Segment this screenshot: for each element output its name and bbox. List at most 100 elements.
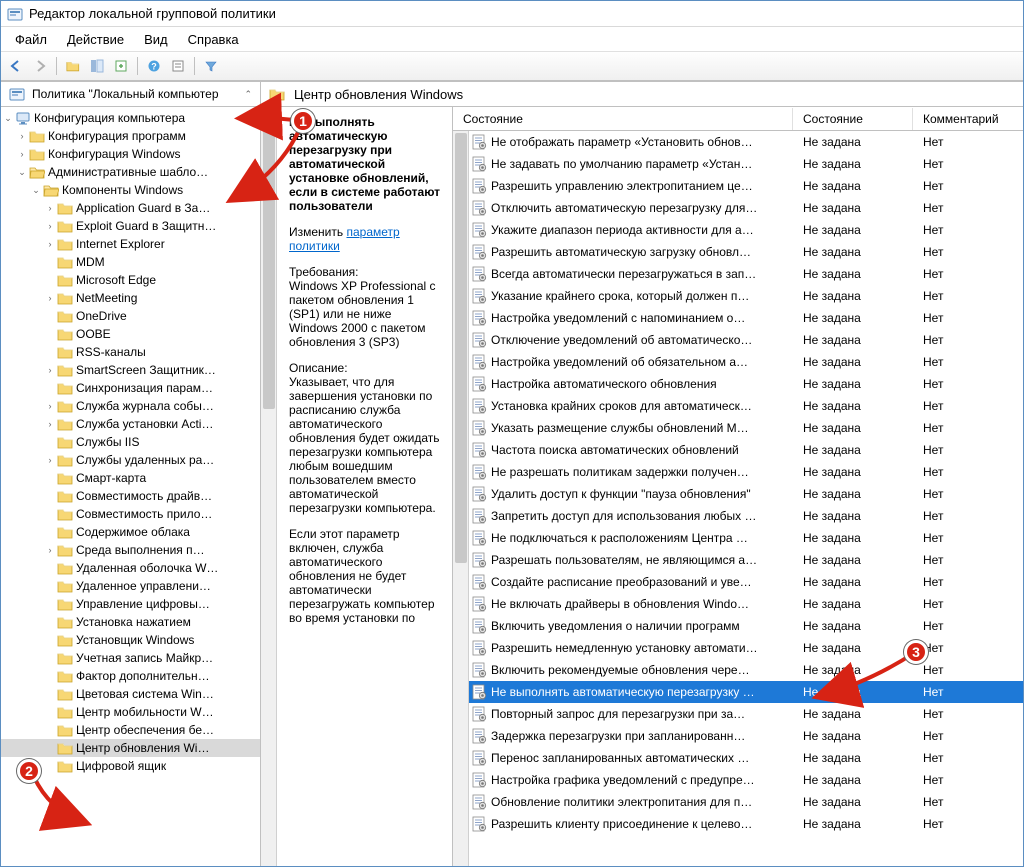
tree-item[interactable]: ›Internet Explorer [1, 235, 260, 253]
tree-item[interactable]: MDM [1, 253, 260, 271]
tree-item[interactable]: ›Службы удаленных ра… [1, 451, 260, 469]
policy-row[interactable]: Задержка перезагрузки при запланированн…… [469, 725, 1023, 747]
policy-row[interactable]: Разрешить клиенту присоединение к целево… [469, 813, 1023, 835]
tree-item[interactable]: ›Exploit Guard в Защитн… [1, 217, 260, 235]
policy-row[interactable]: Укажите диапазон периода активности для … [469, 219, 1023, 241]
expand-icon-closed[interactable]: › [43, 291, 57, 305]
tree-item[interactable]: OOBE [1, 325, 260, 343]
help-button[interactable]: ? [143, 55, 165, 77]
policy-row[interactable]: Включить рекомендуемые обновления чере…Н… [469, 659, 1023, 681]
tree-item[interactable]: Фактор дополнительн… [1, 667, 260, 685]
policy-row[interactable]: Настройка графика уведомлений с предупре… [469, 769, 1023, 791]
policy-row[interactable]: Не отображать параметр «Установить обнов… [469, 131, 1023, 153]
expand-icon-closed[interactable]: › [43, 363, 57, 377]
tree[interactable]: ⌄Конфигурация компьютера›Конфигурация пр… [1, 107, 260, 866]
policy-row[interactable]: Запретить доступ для использования любых… [469, 505, 1023, 527]
policy-row[interactable]: Установка крайних сроков для автоматичес… [469, 395, 1023, 417]
policy-row[interactable]: Не подключаться к расположениям Центра …… [469, 527, 1023, 549]
expand-icon-closed[interactable]: › [15, 147, 29, 161]
col-header-name[interactable]: Состояние [453, 108, 793, 130]
policy-row[interactable]: Отключение уведомлений об автоматическо…… [469, 329, 1023, 351]
tree-item[interactable]: Центр обеспечения бе… [1, 721, 260, 739]
expand-icon-open[interactable]: ⌄ [1, 111, 15, 125]
expand-icon-open[interactable]: ⌄ [15, 165, 29, 179]
expand-icon-closed[interactable]: › [43, 453, 57, 467]
policy-row[interactable]: Частота поиска автоматических обновлений… [469, 439, 1023, 461]
tree-item[interactable]: Управление цифровы… [1, 595, 260, 613]
tree-item[interactable]: Учетная запись Майкр… [1, 649, 260, 667]
tree-item[interactable]: ›Служба установки Acti… [1, 415, 260, 433]
tree-item[interactable]: Службы IIS [1, 433, 260, 451]
policy-row[interactable]: Не выполнять автоматическую перезагрузку… [469, 681, 1023, 703]
policy-row[interactable]: Не задавать по умолчанию параметр «Устан… [469, 153, 1023, 175]
expand-icon-open[interactable]: ⌄ [29, 183, 43, 197]
tree-item[interactable]: Содержимое облака [1, 523, 260, 541]
tree-item[interactable]: Совместимость прило… [1, 505, 260, 523]
policy-row[interactable]: Отключить автоматическую перезагрузку дл… [469, 197, 1023, 219]
tree-windows-config[interactable]: ›Конфигурация Windows [1, 145, 260, 163]
policy-row[interactable]: Перенос запланированных автоматических …… [469, 747, 1023, 769]
menu-help[interactable]: Справка [180, 30, 247, 49]
tree-item[interactable]: Цветовая система Win… [1, 685, 260, 703]
export-button[interactable] [110, 55, 132, 77]
tree-item[interactable]: ›NetMeeting [1, 289, 260, 307]
tree-item[interactable]: Центр мобильности W… [1, 703, 260, 721]
policy-row[interactable]: Удалить доступ к функции "пауза обновлен… [469, 483, 1023, 505]
tree-item[interactable]: OneDrive [1, 307, 260, 325]
list-scrollbar[interactable] [453, 131, 469, 866]
expand-icon-closed[interactable]: › [43, 399, 57, 413]
tree-computer-config[interactable]: ⌄Конфигурация компьютера [1, 109, 260, 127]
tree-item[interactable]: Удаленное управлени… [1, 577, 260, 595]
tree-item[interactable]: ›Служба журнала собы… [1, 397, 260, 415]
show-tree-button[interactable] [86, 55, 108, 77]
tree-item[interactable]: Смарт-карта [1, 469, 260, 487]
tree-software-config[interactable]: ›Конфигурация программ [1, 127, 260, 145]
tree-item[interactable]: ›Среда выполнения п… [1, 541, 260, 559]
tree-item[interactable]: ›SmartScreen Защитник… [1, 361, 260, 379]
policy-row[interactable]: Указание крайнего срока, который должен … [469, 285, 1023, 307]
policy-row[interactable]: Включить уведомления о наличии программН… [469, 615, 1023, 637]
tree-item[interactable]: Установка нажатием [1, 613, 260, 631]
policy-row[interactable]: Настройка уведомлений с напоминанием о…Н… [469, 307, 1023, 329]
menu-file[interactable]: Файл [7, 30, 55, 49]
tree-item[interactable]: Установщик Windows [1, 631, 260, 649]
policy-row[interactable]: Указать размещение службы обновлений M…Н… [469, 417, 1023, 439]
policy-row[interactable]: Разрешить управлению электропитанием це…… [469, 175, 1023, 197]
policy-row[interactable]: Не разрешать политикам задержки получен…… [469, 461, 1023, 483]
policy-row[interactable]: Настройка автоматического обновленияНе з… [469, 373, 1023, 395]
policy-row[interactable]: Повторный запрос для перезагрузки при за… [469, 703, 1023, 725]
policy-row[interactable]: Настройка уведомлений об обязательном а…… [469, 351, 1023, 373]
policy-row[interactable]: Создайте расписание преобразований и уве… [469, 571, 1023, 593]
properties-button[interactable] [167, 55, 189, 77]
tree-item[interactable]: Удаленная оболочка W… [1, 559, 260, 577]
col-header-comment[interactable]: Комментарий [913, 108, 1023, 130]
tree-admin-templates[interactable]: ⌄Административные шабло… [1, 163, 260, 181]
tree-item[interactable]: Центр обновления Wi… [1, 739, 260, 757]
policy-row[interactable]: Разрешить немедленную установку автомати… [469, 637, 1023, 659]
tree-item[interactable]: Синхронизация парам… [1, 379, 260, 397]
desc-scrollbar[interactable] [261, 107, 277, 866]
expand-icon-closed[interactable]: › [43, 417, 57, 431]
expand-icon-closed[interactable]: › [15, 129, 29, 143]
tree-item[interactable]: Microsoft Edge [1, 271, 260, 289]
expand-icon-closed[interactable]: › [43, 201, 57, 215]
collapse-icon[interactable]: ⌃ [244, 89, 252, 100]
tree-item[interactable]: RSS-каналы [1, 343, 260, 361]
expand-icon-closed[interactable]: › [43, 219, 57, 233]
policy-row[interactable]: Обновление политики электропитания для п… [469, 791, 1023, 813]
forward-button[interactable] [29, 55, 51, 77]
tree-item[interactable]: ›Application Guard в За… [1, 199, 260, 217]
policy-row[interactable]: Разрешать пользователям, не являющимся a… [469, 549, 1023, 571]
expand-icon-closed[interactable]: › [43, 237, 57, 251]
back-button[interactable] [5, 55, 27, 77]
menu-action[interactable]: Действие [59, 30, 132, 49]
policy-row[interactable]: Не включать драйверы в обновления Windo…… [469, 593, 1023, 615]
up-button[interactable] [62, 55, 84, 77]
col-header-state[interactable]: Состояние [793, 108, 913, 130]
policy-row[interactable]: Разрешить автоматическую загрузку обновл… [469, 241, 1023, 263]
expand-icon-closed[interactable]: › [43, 543, 57, 557]
filter-button[interactable] [200, 55, 222, 77]
tree-item[interactable]: Совместимость драйв… [1, 487, 260, 505]
policy-row[interactable]: Всегда автоматически перезагружаться в з… [469, 263, 1023, 285]
tree-win-components[interactable]: ⌄Компоненты Windows [1, 181, 260, 199]
